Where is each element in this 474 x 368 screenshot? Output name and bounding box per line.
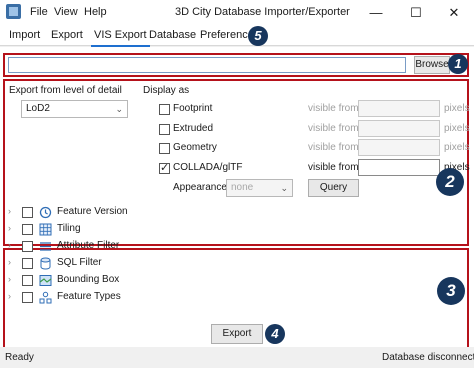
chevron-down-icon: ⌄ [280, 183, 288, 193]
bounding-box-checkbox[interactable] [22, 275, 33, 286]
sql-filter-checkbox[interactable] [22, 258, 33, 269]
menu-view[interactable]: View [54, 0, 78, 25]
geometry-pixels-unit: pixels [444, 142, 470, 153]
tab-vis-export[interactable]: VIS Export [91, 25, 150, 47]
minimize-button[interactable]: — [356, 0, 396, 25]
badge-3: 3 [437, 277, 465, 305]
app-icon [6, 4, 21, 19]
badge-2: 2 [436, 168, 464, 196]
geometry-label: Geometry [173, 142, 217, 153]
tab-import[interactable]: Import [9, 25, 40, 46]
bounding-box-label: Bounding Box [57, 274, 120, 285]
lod-select[interactable]: LoD2 ⌄ [21, 100, 128, 118]
filter-row-bounding-box[interactable]: › Bounding Box [8, 273, 308, 289]
collada-gltf-label: COLLADA/glTF [173, 162, 243, 173]
footprint-checkbox[interactable] [159, 104, 170, 115]
footprint-label: Footprint [173, 103, 213, 114]
display-as-label: Display as [143, 85, 190, 96]
lod-selected-value: LoD2 [26, 103, 50, 114]
feature-types-checkbox[interactable] [22, 292, 33, 303]
filter-icon [40, 242, 51, 251]
feature-version-checkbox[interactable] [22, 207, 33, 218]
chevron-right-icon[interactable]: › [8, 291, 11, 301]
title-bar: File View Help 3D City Database Importer… [0, 0, 474, 25]
menu-help[interactable]: Help [84, 0, 107, 25]
tab-bar: Import Export VIS Export Database Prefer… [0, 25, 474, 47]
tab-export[interactable]: Export [51, 25, 83, 46]
chevron-down-icon: ⌄ [115, 104, 123, 114]
appearance-selected-value: none [231, 182, 254, 193]
map-icon [39, 275, 52, 286]
chevron-right-icon[interactable]: › [8, 223, 11, 233]
feature-version-label: Feature Version [57, 206, 128, 217]
badge-4: 4 [265, 324, 285, 344]
tab-database[interactable]: Database [149, 25, 196, 46]
browse-button[interactable]: Browse [414, 56, 450, 74]
extruded-checkbox[interactable] [159, 124, 170, 135]
appearance-label: Appearance [173, 182, 227, 193]
extruded-pixels-input[interactable] [358, 120, 440, 137]
chevron-right-icon[interactable]: › [8, 257, 11, 267]
appearance-select[interactable]: none ⌄ [226, 179, 293, 197]
export-button[interactable]: Export [211, 324, 263, 344]
filter-row-tiling[interactable]: › Tiling [8, 222, 308, 238]
maximize-button[interactable]: ☐ [396, 0, 436, 25]
menu-file[interactable]: File [30, 0, 48, 25]
footprint-pixels-unit: pixels [444, 103, 470, 114]
filter-row-feature-version[interactable]: › Feature Version [8, 205, 308, 221]
geometry-pixels-input[interactable] [358, 139, 440, 156]
window-title: 3D City Database Importer/Exporter [175, 6, 350, 18]
status-ready: Ready [5, 352, 34, 363]
vis-export-panel: Browse 1 Export from level of detail LoD… [0, 47, 474, 353]
chevron-right-icon[interactable]: › [8, 240, 11, 250]
footprint-visible-from-label: visible from [308, 103, 359, 114]
filter-row-sql-filter[interactable]: › SQL Filter [8, 256, 308, 272]
sql-filter-label: SQL Filter [57, 257, 102, 268]
attribute-filter-checkbox[interactable] [22, 241, 33, 252]
tiling-label: Tiling [57, 223, 81, 234]
attribute-filter-label: Attribute Filter [57, 240, 120, 251]
grid-icon [39, 223, 52, 236]
close-button[interactable]: ✕ [434, 0, 474, 25]
extruded-pixels-unit: pixels [444, 123, 470, 134]
database-icon [40, 257, 51, 270]
footprint-pixels-input[interactable] [358, 100, 440, 117]
query-button[interactable]: Query [308, 179, 359, 197]
geometry-visible-from-label: visible from [308, 142, 359, 153]
geometry-checkbox[interactable] [159, 143, 170, 154]
chevron-right-icon[interactable]: › [8, 206, 11, 216]
feature-types-label: Feature Types [57, 291, 121, 302]
status-bar: Ready Database disconnected [0, 347, 474, 368]
feature-types-icon [39, 291, 52, 304]
collada-gltf-checkbox[interactable] [159, 161, 170, 174]
status-database: Database disconnected [382, 352, 474, 363]
tiling-checkbox[interactable] [22, 224, 33, 235]
filter-row-feature-types[interactable]: › Feature Types [8, 290, 308, 306]
chevron-right-icon[interactable]: › [8, 274, 11, 284]
badge-5: 5 [248, 26, 268, 46]
collada-visible-from-label: visible from [308, 162, 359, 173]
output-path-input[interactable] [8, 57, 406, 73]
extruded-visible-from-label: visible from [308, 123, 359, 134]
filter-row-attribute-filter[interactable]: › Attribute Filter [8, 239, 308, 255]
collada-pixels-input[interactable] [358, 159, 440, 176]
lod-label: Export from level of detail [9, 85, 122, 96]
badge-1: 1 [448, 54, 468, 74]
extruded-label: Extruded [173, 123, 214, 134]
clock-icon [39, 206, 52, 219]
